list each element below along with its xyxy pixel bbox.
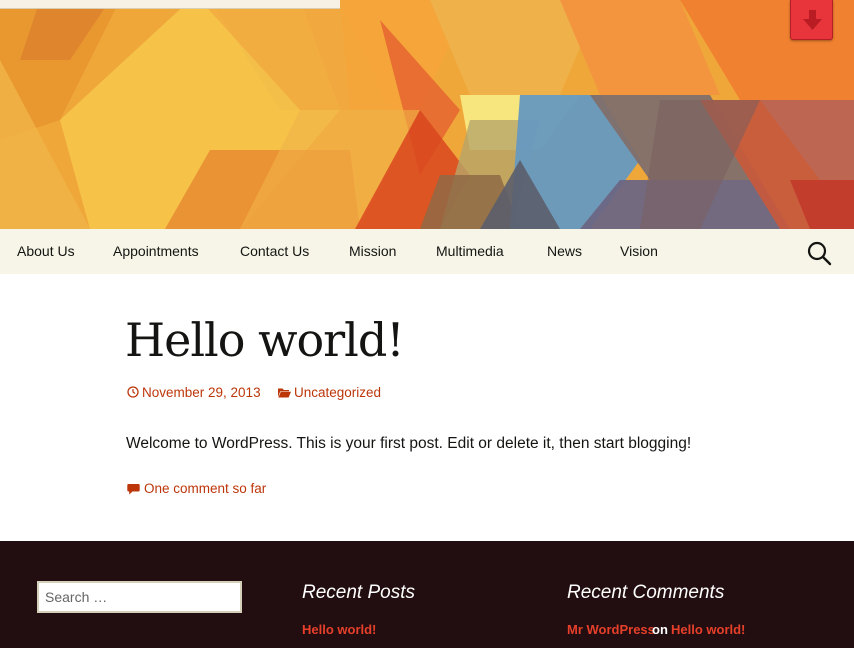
recent-comment-author-link[interactable]: Mr WordPress — [567, 622, 655, 637]
post-title[interactable]: Hello world! — [125, 313, 405, 367]
comments-link-label: One comment so far — [144, 481, 267, 496]
search-icon[interactable] — [806, 240, 832, 266]
nav-item-multimedia[interactable]: Multimedia — [436, 229, 504, 274]
nav-item-appointments[interactable]: Appointments — [113, 229, 199, 274]
recent-comments-title: Recent Comments — [567, 582, 725, 603]
post-content: Welcome to WordPress. This is your first… — [126, 435, 692, 452]
header-banner — [0, 0, 854, 229]
nav-item-about-us[interactable]: About Us — [17, 229, 75, 274]
comments-link[interactable]: One comment so far — [127, 481, 266, 496]
main-navigation: About Us Appointments Contact Us Mission… — [0, 229, 854, 274]
folder-icon — [278, 388, 291, 397]
recent-comment-post-link[interactable]: Hello world! — [671, 622, 745, 637]
download-button[interactable] — [790, 0, 833, 40]
post-date: November 29, 2013 — [142, 384, 261, 400]
footer-search-input[interactable] — [37, 581, 242, 613]
clock-icon — [127, 386, 139, 398]
recent-posts-title: Recent Posts — [302, 582, 415, 603]
nav-item-mission[interactable]: Mission — [349, 229, 396, 274]
post-category: Uncategorized — [294, 384, 382, 400]
recent-post-link[interactable]: Hello world! — [302, 622, 376, 637]
comment-bubble-icon — [127, 483, 140, 494]
nav-item-news[interactable]: News — [547, 229, 582, 274]
nav-item-vision[interactable]: Vision — [620, 229, 658, 274]
header-top-strip — [0, 0, 340, 9]
post-date-link[interactable]: November 29, 2013 — [127, 383, 261, 401]
nav-item-contact-us[interactable]: Contact Us — [240, 229, 309, 274]
post-category-link[interactable]: Uncategorized — [278, 383, 381, 401]
banner-geometric-pattern — [0, 0, 854, 229]
arrow-down-icon — [803, 10, 822, 30]
recent-comment-connector: on — [652, 622, 668, 637]
